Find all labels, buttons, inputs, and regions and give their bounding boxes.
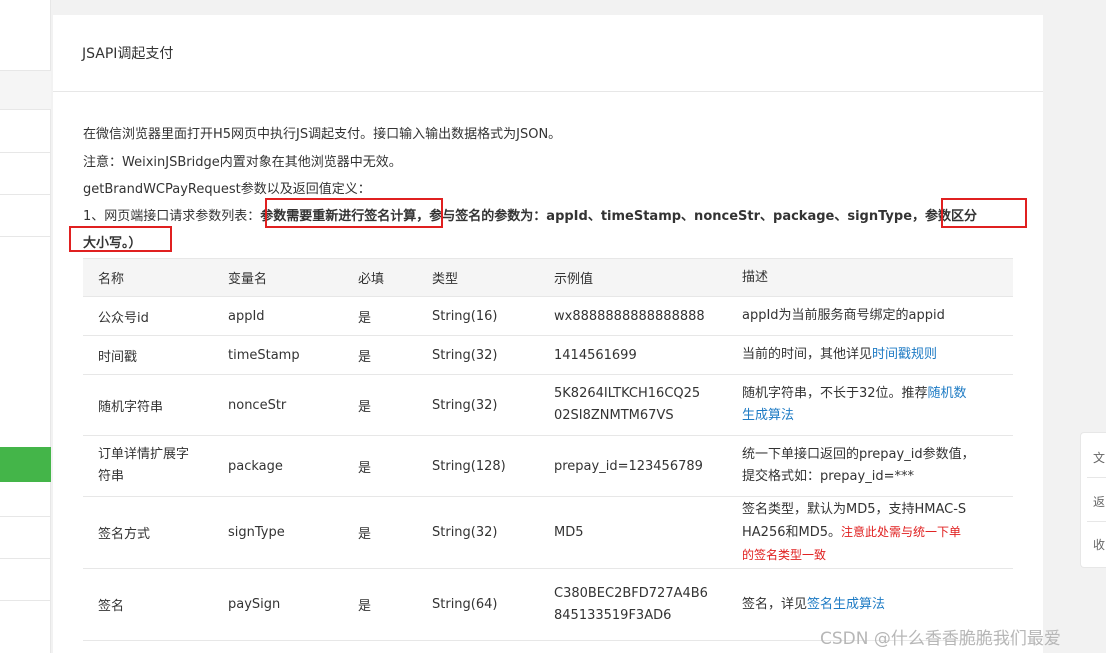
desc-text: 签名，详见: [742, 596, 808, 612]
col-header: 类型: [417, 258, 539, 297]
panel-divider: [53, 91, 1043, 92]
cell-example: 5K8264ILTKCH16CQ25 02SI8ZNMTM67VS: [539, 374, 727, 436]
table-header-row: 名称 变量名 必填 类型 示例值 描述: [83, 258, 1013, 297]
cell-var: paySign: [213, 568, 343, 641]
table-row: 随机字符串 nonceStr 是 String(32) 5K8264ILTKCH…: [83, 374, 1013, 436]
col-header: 必填: [343, 258, 417, 297]
cell-example: MD5: [539, 496, 727, 569]
annotation-box-3: [69, 226, 172, 252]
annotation-box-1: [265, 198, 443, 228]
cell-var: nonceStr: [213, 374, 343, 436]
float-divider: [1087, 477, 1106, 478]
desc-warning: 注意此处需与统一下单: [840, 525, 961, 539]
cell-type: String(32): [417, 496, 539, 569]
cell-desc: appId为当前服务商号绑定的appid: [727, 296, 1013, 336]
sidebar-divider: [0, 194, 51, 195]
float-item-back[interactable]: 返: [1093, 493, 1105, 510]
float-item-doc[interactable]: 文: [1093, 449, 1105, 466]
desc-text: 随机字符串，不长于32位。推荐: [742, 386, 928, 401]
sidebar-divider: [0, 516, 51, 517]
cell-name: 时间戳: [83, 335, 213, 375]
params-line: 1、网页端接口请求参数列表：参数需要重新进行签名计算，参与签名的参数为：appI…: [83, 205, 977, 224]
cell-desc: 随机字符串，不长于32位。推荐随机数生成算法: [727, 374, 1013, 436]
name-line: 符串: [98, 469, 125, 484]
cell-type: String(64): [417, 568, 539, 641]
cell-example: wx8888888888888888: [539, 296, 727, 336]
main-panel: JSAPI调起支付 在微信浏览器里面打开H5网页中执行JS调起支付。接口输入输出…: [53, 15, 1043, 653]
random-algo-link-2[interactable]: 生成算法: [742, 408, 794, 423]
cell-name: 签名: [83, 568, 213, 641]
float-item-collect[interactable]: 收: [1093, 536, 1105, 553]
col-header: 变量名: [213, 258, 343, 297]
intro-line-1: 在微信浏览器里面打开H5网页中执行JS调起支付。接口输入输出数据格式为JSON。: [83, 127, 562, 142]
left-sidebar: [0, 0, 51, 653]
table-row: 公众号id appId 是 String(16) wx8888888888888…: [83, 296, 1013, 336]
panel-title: JSAPI调起支付: [82, 46, 174, 62]
cell-name: 签名方式: [83, 496, 213, 569]
cell-example: prepay_id=123456789: [539, 435, 727, 497]
random-algo-link[interactable]: 随机数: [928, 386, 967, 401]
float-divider: [1087, 521, 1106, 522]
desc-line: 签名类型，默认为MD5，支持HMAC-S: [742, 502, 967, 517]
cell-var: signType: [213, 496, 343, 569]
cell-var: appId: [213, 296, 343, 336]
cell-desc: 签名类型，默认为MD5，支持HMAC-S HA256和MD5。注意此处需与统一下单…: [727, 496, 1013, 569]
cell-desc: 统一下单接口返回的prepay_id参数值， 提交格式如：prepay_id=**…: [727, 435, 1013, 497]
desc-line: 统一下单接口返回的prepay_id参数值，: [742, 447, 975, 462]
col-header: 名称: [83, 258, 213, 297]
cell-required: 是: [343, 335, 417, 375]
params-table: 名称 变量名 必填 类型 示例值 描述 公众号id appId 是 String…: [83, 258, 1013, 641]
table-row: 时间戳 timeStamp 是 String(32) 1414561699 当前…: [83, 335, 1013, 375]
sidebar-divider: [0, 236, 51, 237]
cell-type: String(16): [417, 296, 539, 336]
sidebar-item-active[interactable]: [0, 447, 51, 482]
cell-var: package: [213, 435, 343, 497]
sidebar-divider: [0, 152, 51, 153]
desc-line: 提交格式如：prepay_id=***: [742, 469, 914, 484]
table-row: 订单详情扩展字 符串 package 是 String(128) prepay_i…: [83, 435, 1013, 497]
sidebar-divider: [0, 558, 51, 559]
example-line: C380BEC2BFD727A4B6: [554, 585, 708, 601]
cell-type: String(32): [417, 335, 539, 375]
params-middle: ，参与签名的参数为：appId、timeStamp、nonceStr、packa…: [416, 209, 913, 224]
desc-text: 当前的时间，其他详见: [742, 347, 873, 362]
cell-required: 是: [343, 296, 417, 336]
cell-name: 公众号id: [83, 296, 213, 336]
example-line: 845133519F3AD6: [554, 607, 672, 623]
cell-required: 是: [343, 374, 417, 436]
example-line: 5K8264ILTKCH16CQ25: [554, 386, 701, 401]
params-prefix: 1、网页端接口请求参数列表：: [83, 209, 261, 224]
watermark: CSDN @什么香香脆脆我们最爱: [820, 629, 1061, 649]
cell-example: C380BEC2BFD727A4B6 845133519F3AD6: [539, 568, 727, 641]
sign-algo-link[interactable]: 签名生成算法: [807, 597, 885, 612]
cell-type: String(128): [417, 435, 539, 497]
cell-example: 1414561699: [539, 335, 727, 375]
intro-line-2: 注意：WeixinJSBridge内置对象在其他浏览器中无效。: [83, 155, 402, 170]
cell-required: 是: [343, 435, 417, 497]
cell-type: String(32): [417, 374, 539, 436]
table-row: 签名方式 signType 是 String(32) MD5 签名类型，默认为M…: [83, 496, 1013, 569]
desc-warning: 的签名类型一致: [742, 548, 827, 562]
intro-line-3: getBrandWCPayRequest参数以及返回值定义：: [83, 182, 371, 197]
cell-name: 订单详情扩展字 符串: [83, 435, 213, 497]
name-line: 订单详情扩展字: [98, 447, 190, 462]
cell-required: 是: [343, 496, 417, 569]
annotation-box-2: [941, 198, 1027, 228]
sidebar-item-highlighted[interactable]: [0, 70, 51, 110]
cell-name: 随机字符串: [83, 374, 213, 436]
cell-required: 是: [343, 568, 417, 641]
cell-var: timeStamp: [213, 335, 343, 375]
sidebar-divider: [0, 600, 51, 601]
col-header: 示例值: [539, 258, 727, 297]
floating-toolbar: 文 返 收: [1080, 432, 1106, 568]
cell-desc: 当前的时间，其他详见时间戳规则: [727, 335, 1013, 375]
desc-text: HA256和MD5。: [742, 525, 841, 540]
timestamp-rule-link[interactable]: 时间戳规则: [872, 347, 937, 362]
example-line: 02SI8ZNMTM67VS: [554, 408, 674, 423]
col-header: 描述: [727, 258, 1013, 297]
